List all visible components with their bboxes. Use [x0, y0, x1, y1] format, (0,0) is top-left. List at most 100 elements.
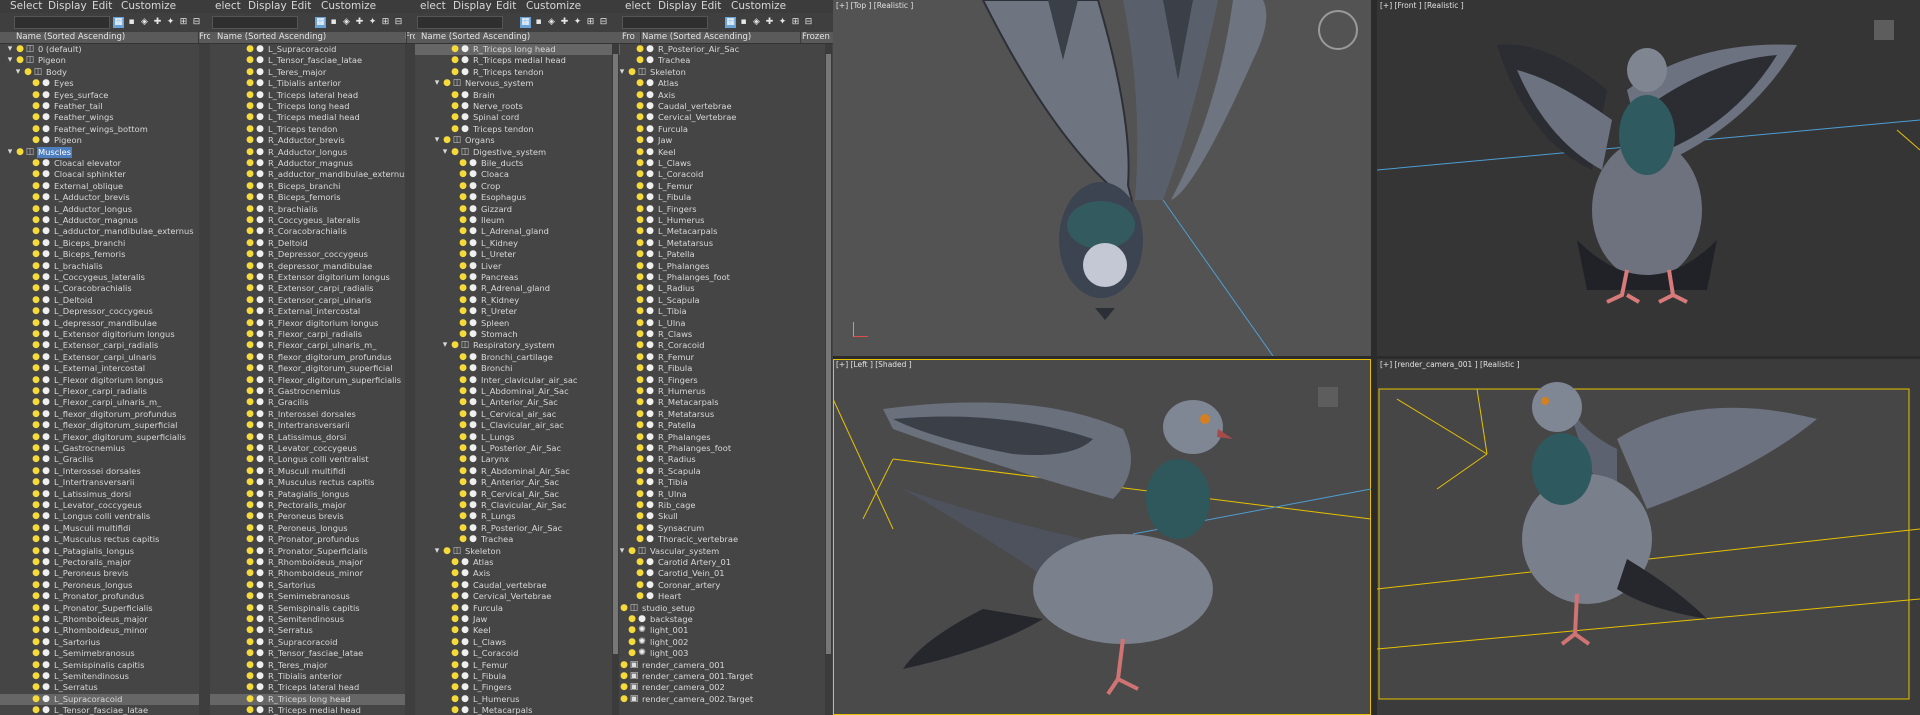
tree-row[interactable]: ● ● L_Intertransversarii [0, 477, 210, 488]
tree-row[interactable]: ● ● Thoracic_vertebrae [620, 534, 833, 545]
tree-row[interactable]: ● ✺ light_001 [620, 625, 833, 636]
visibility-bulb-icon[interactable]: ● [636, 500, 644, 511]
menu-item-elect[interactable]: elect [625, 0, 651, 13]
explorer-search-input[interactable] [212, 16, 298, 29]
tree-row[interactable]: ● ● R_Biceps_femoris [210, 192, 415, 203]
tree-row[interactable]: ● ● L_Coracoid [415, 648, 620, 659]
visibility-bulb-icon[interactable]: ● [32, 124, 40, 135]
visibility-bulb-icon[interactable]: ● [246, 238, 254, 249]
visibility-bulb-icon[interactable]: ● [459, 523, 467, 534]
tree-row[interactable]: ● ● L_Adrenal_gland [415, 226, 620, 237]
visibility-bulb-icon[interactable]: ● [32, 694, 40, 705]
tree-item-label[interactable]: R_Extensor_carpi_ulnaris [267, 295, 372, 306]
tree-row[interactable]: ● ● Pancreas [415, 272, 620, 283]
visibility-bulb-icon[interactable]: ● [636, 261, 644, 272]
tree-item-label[interactable]: R_Teres_major [267, 660, 328, 671]
tree-item-label[interactable]: Cloaca [480, 169, 510, 180]
visibility-bulb-icon[interactable]: ● [32, 660, 40, 671]
tree-row[interactable]: ● ● R_Rhomboideus_major [210, 557, 415, 568]
tree-row[interactable]: ▾ ● ◫ 0 (default) [0, 44, 210, 55]
visibility-bulb-icon[interactable]: ● [32, 295, 40, 306]
viewcube-icon[interactable] [1318, 10, 1358, 50]
expand-toggle-icon[interactable]: ▾ [620, 546, 626, 557]
lock-icon[interactable]: ▪ [533, 17, 544, 28]
visibility-bulb-icon[interactable]: ● [32, 169, 40, 180]
menu-item-edit[interactable]: Edit [92, 0, 112, 13]
tree-row[interactable]: ● ● L_Peroneus_longus [0, 580, 210, 591]
tree-item-label[interactable]: L_Semispinalis capitis [53, 660, 145, 671]
visibility-bulb-icon[interactable]: ● [32, 135, 40, 146]
tree-item-label[interactable]: L_Coracoid [657, 169, 704, 180]
tree-row[interactable]: ● ● R_Tensor_fasciae_latae [210, 648, 415, 659]
tree-row[interactable]: ● ● Carotid Artery_01 [620, 557, 833, 568]
visibility-bulb-icon[interactable]: ● [459, 329, 467, 340]
tree-item-label[interactable]: R_Coccygeus_lateralis [267, 215, 361, 226]
lock-icon[interactable]: ▪ [328, 17, 339, 28]
tree-row[interactable]: ● ● R_Musculi multifidi [210, 466, 415, 477]
tree-row[interactable]: ● ● L_Metatarsus [620, 238, 833, 249]
tree-item-label[interactable]: Triceps tendon [472, 124, 535, 135]
visibility-bulb-icon[interactable]: ● [636, 238, 644, 249]
visibility-bulb-icon[interactable]: ● [246, 90, 254, 101]
tree-row[interactable]: ● ● Stomach [415, 329, 620, 340]
visibility-bulb-icon[interactable]: ● [459, 318, 467, 329]
tree-item-label[interactable]: R_Triceps long head [267, 694, 352, 705]
tree-row[interactable]: ● ● Cloacal elevator [0, 158, 210, 169]
tree-item-label[interactable]: R_Deltoid [267, 238, 309, 249]
visibility-bulb-icon[interactable]: ● [451, 340, 459, 351]
tree-row[interactable]: ● ● Bronchi [415, 363, 620, 374]
tree-item-label[interactable]: R_Interossei dorsales [267, 409, 357, 420]
visibility-bulb-icon[interactable]: ● [451, 682, 459, 693]
tree-row[interactable]: ● ● Eyes_surface [0, 90, 210, 101]
tree-row[interactable]: ● ● Keel [415, 625, 620, 636]
tree-item-label[interactable]: L_Teres_major [267, 67, 327, 78]
tree-item-label[interactable]: R_Flexor_digitorum_superficialis [267, 375, 402, 386]
tree-row[interactable]: ● ● L_Fingers [620, 204, 833, 215]
visibility-bulb-icon[interactable]: ● [620, 682, 628, 693]
tree-row[interactable]: ● ● L_Semitendinosus [0, 671, 210, 682]
collapse-icon[interactable]: ⊟ [393, 17, 404, 28]
tree-item-label[interactable]: R_Radius [657, 454, 697, 465]
tree-item-label[interactable]: R_Posterior_Air_Sac [480, 523, 563, 534]
visibility-bulb-icon[interactable]: ● [246, 226, 254, 237]
tree-row[interactable]: ● ● R_Triceps medial head [210, 705, 415, 715]
visibility-bulb-icon[interactable]: ● [32, 340, 40, 351]
tree-row[interactable]: ● ● L_Humerus [415, 694, 620, 705]
visibility-bulb-icon[interactable]: ● [459, 272, 467, 283]
tree-row[interactable]: ▾ ● ◫ Nervous_system [415, 78, 620, 89]
tree-item-label[interactable]: L_Adductor_brevis [53, 192, 131, 203]
tree-row[interactable]: ● ● Heart [620, 591, 833, 602]
tree-row[interactable]: ● ● R_Levator_coccygeus [210, 443, 415, 454]
tree-row[interactable]: ● ● R_Anterior_Air_Sac [415, 477, 620, 488]
tree-item-label[interactable]: L_Flexor digitorium longus [53, 375, 164, 386]
tree-item-label[interactable]: R_Ureter [480, 306, 518, 317]
tree-item-label[interactable]: L_Coracoid [472, 648, 519, 659]
tree-item-label[interactable]: R_Semitendinosus [267, 614, 345, 625]
tree-row[interactable]: ● ● L_Adductor_magnus [0, 215, 210, 226]
visibility-bulb-icon[interactable]: ● [636, 557, 644, 568]
tree-row[interactable]: ● ● R_brachialis [210, 204, 415, 215]
tree-row[interactable]: ● ● L_Triceps medial head [210, 112, 415, 123]
visibility-bulb-icon[interactable]: ● [246, 272, 254, 283]
tree-item-label[interactable]: Bronchi [480, 363, 513, 374]
visibility-bulb-icon[interactable]: ● [451, 671, 459, 682]
tree-row[interactable]: ● ● R_Flexor_carpi_ulnaris_m_ [210, 340, 415, 351]
viewcube-icon[interactable] [1874, 20, 1894, 40]
tree-item-label[interactable]: L_Rhomboideus_minor [53, 625, 149, 636]
filter-toggle-icon[interactable]: ▦ [725, 17, 736, 28]
tree-item-label[interactable]: R_Biceps_femoris [267, 192, 342, 203]
visibility-bulb-icon[interactable]: ● [620, 694, 628, 705]
visibility-bulb-icon[interactable]: ● [636, 375, 644, 386]
tree-item-label[interactable]: L_Metatarsus [657, 238, 714, 249]
visibility-bulb-icon[interactable]: ● [459, 511, 467, 522]
tree-item-label[interactable]: Bile_ducts [480, 158, 524, 169]
expand-icon[interactable]: ⊞ [585, 17, 596, 28]
tree-item-label[interactable]: R_brachialis [267, 204, 319, 215]
tree-item-label[interactable]: L_Peroneus brevis [53, 568, 130, 579]
tree-item-label[interactable]: Caudal_vertebrae [657, 101, 733, 112]
tree-row[interactable]: ● ● R_Coccygeus_lateralis [210, 215, 415, 226]
lock-icon[interactable]: ▪ [738, 17, 749, 28]
tree-item-label[interactable]: R_Depressor_coccygeus [267, 249, 369, 260]
tree-row[interactable]: ● ● L_Rhomboideus_major [0, 614, 210, 625]
tree-item-label[interactable]: L_Deltoid [53, 295, 93, 306]
